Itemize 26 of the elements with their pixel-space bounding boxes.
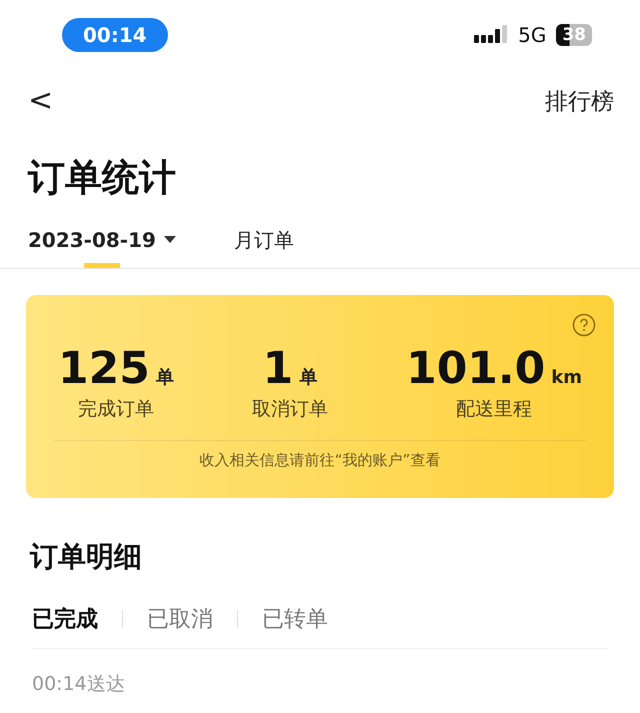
stat-unit: 单 (299, 366, 318, 389)
tab[interactable]: 2023-08-19 (28, 223, 176, 257)
ranking-link[interactable]: 排行榜 (545, 86, 614, 116)
stat-unit: km (551, 367, 582, 388)
section-title: 订单明细 (30, 539, 143, 575)
help-icon[interactable] (572, 313, 596, 337)
filter-tab[interactable]: 已取消 (147, 604, 213, 634)
tab[interactable]: 月订单 (234, 223, 294, 257)
tab-underline (84, 263, 120, 268)
stat-label: 配送里程 (456, 397, 532, 422)
income-note: 收入相关信息请前往“我的账户”查看 (198, 451, 442, 470)
stat-value: 1 (262, 343, 294, 394)
back-button[interactable]: < (28, 86, 54, 116)
page-title: 订单统计 (28, 155, 177, 201)
delivery-time: 00:14送达 (32, 672, 126, 697)
stat-label: 完成订单 (78, 397, 154, 422)
network-label: 5G (518, 23, 546, 47)
status-time: 00:14 (62, 18, 168, 52)
stat-value: 101.0 (406, 343, 546, 394)
filter-tab[interactable]: 已完成 (32, 604, 98, 634)
filter-tab[interactable]: 已转单 (262, 604, 328, 634)
caret-icon (164, 236, 176, 244)
stat-label: 取消订单 (252, 397, 328, 422)
stat-value: 125 (58, 343, 150, 394)
stat-unit: 单 (156, 366, 174, 389)
signal-icon (474, 25, 508, 45)
